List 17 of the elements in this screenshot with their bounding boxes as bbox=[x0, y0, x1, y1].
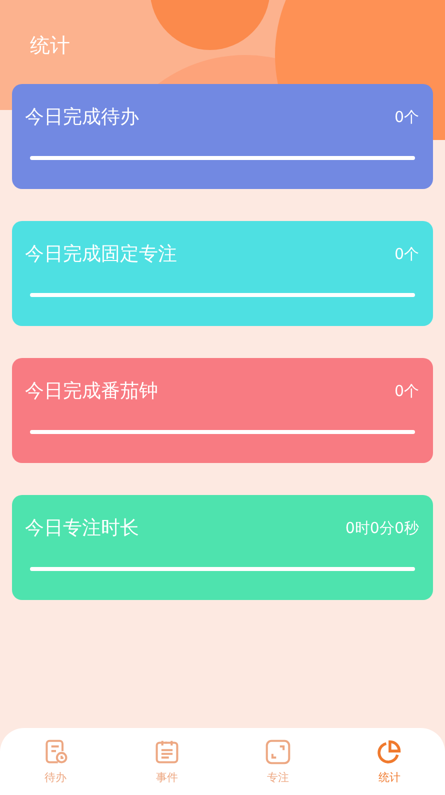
pie-chart-icon bbox=[376, 738, 402, 764]
stat-value: 0个 bbox=[394, 382, 419, 400]
stat-label: 今日完成固定专注 bbox=[25, 242, 177, 267]
stat-label: 今日完成番茄钟 bbox=[25, 379, 158, 404]
tab-item[interactable]: 专注 bbox=[248, 738, 308, 784]
stat-label: 今日专注时长 bbox=[25, 516, 139, 541]
document-clock-icon bbox=[42, 738, 69, 764]
stat-label: 今日完成待办 bbox=[25, 105, 139, 130]
tab-item[interactable]: 统计 bbox=[359, 738, 420, 784]
stat-value: 0个 bbox=[394, 108, 419, 126]
stat-value: 0时0分0秒 bbox=[345, 518, 419, 538]
tab-item[interactable]: 事件 bbox=[136, 738, 197, 784]
calendar-icon bbox=[154, 738, 180, 764]
page-title: 统计 bbox=[30, 32, 70, 59]
stat-value: 0个 bbox=[394, 244, 419, 264]
expand-icon bbox=[265, 738, 292, 764]
tab-item[interactable]: 待办 bbox=[26, 738, 86, 784]
